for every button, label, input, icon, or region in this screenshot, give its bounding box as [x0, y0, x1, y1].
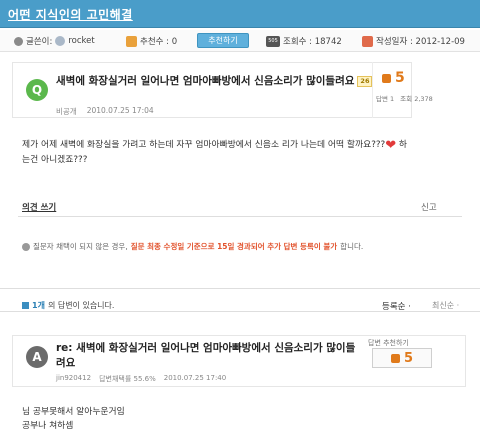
user-icon [14, 36, 23, 46]
view-count-label: 조회수 : 18742 [283, 37, 342, 47]
question-stats: 답변 1 조회 2,378 [376, 93, 433, 103]
thumbs-up-icon [382, 73, 391, 83]
question-views-count: 조회 2,378 [400, 95, 433, 103]
question-badge: Q [26, 79, 48, 101]
calendar-icon [362, 35, 373, 47]
question-body: 제가 어제 새벽에 화장실을 가려고 하는데 자꾸 엄마아빠방에서 신음소 리가… [22, 138, 462, 168]
question-sub-info: 비공개 2010.07.25 17:04 [56, 106, 154, 117]
post-date-label: 작성일자 : 2012-12-09 [376, 37, 465, 47]
post-meta-bar: 글쓴이: rocket 추천수 : 0 추천하기 505 조회수 : 18742… [0, 30, 480, 52]
answer-body-line1: 님 공부못해서 알아누운거임 [22, 407, 125, 417]
question-title-text: 새벽에 화장실거러 일어나면 엄마아빠방에서 신음소리가 많이들려요 [56, 75, 355, 87]
thumbs-up-icon [390, 353, 400, 363]
question-vote-count[interactable]: 5 [382, 70, 405, 86]
notice-highlight: 질문 최종 수정일 기준으로 15일 경과되어 추가 답변 등록이 불가 [130, 242, 338, 251]
page-header: 어떤 지식인의 고민해결 [0, 0, 480, 28]
author-name[interactable]: rocket [68, 36, 94, 46]
info-icon [22, 242, 30, 251]
recommend-button[interactable]: 추천하기 [197, 33, 249, 48]
question-body-line1: 제가 어제 새벽에 화장실을 가려고 하는데 자꾸 엄마아빠방에서 신음소 리가… [22, 140, 386, 150]
answers-count: 1개 의 답변이 있습니다. [22, 300, 114, 311]
answer-body-line2: 공부나 쳐하셈 [22, 421, 74, 431]
answer-adoption-rate: 답변채택률 55.6% [99, 375, 156, 383]
answer-vote-label: 답변 추천하기 [368, 339, 409, 347]
recommend-count: 추천수 : 0 [126, 35, 177, 47]
post-date: 작성일자 : 2012-12-09 [362, 35, 465, 47]
author-label: 글쓴이: [26, 37, 53, 47]
sort-registered[interactable]: 등록순 · [382, 300, 411, 312]
answer-author[interactable]: jin920412 [56, 374, 91, 384]
notice-text: 질문자 채택이 되지 않은 경우, 질문 최종 수정일 기준으로 15일 경과되… [22, 241, 462, 252]
answer-badge: A [26, 346, 48, 368]
sort-latest[interactable]: 최신순 · [432, 300, 459, 311]
notice-suffix: 합니다. [340, 242, 364, 251]
heart-icon: ❤ [385, 138, 397, 153]
answer-body: 님 공부못해서 알아누운거임 공부나 쳐하셈 [22, 405, 125, 433]
recommend-count-label: 추천수 : 0 [140, 37, 178, 47]
question-tag: 26 [357, 75, 373, 87]
answers-count-num: 1개 [32, 301, 45, 310]
question-body-line1-tail: 하 [396, 140, 407, 150]
author-info: 글쓴이: rocket [14, 35, 95, 47]
thumbs-up-icon [126, 35, 137, 47]
page-title[interactable]: 어떤 지식인의 고민해결 [8, 6, 133, 23]
divider [18, 216, 462, 217]
answer-date: 2010.07.25 17:40 [163, 374, 227, 382]
question-votes: 5 [395, 70, 405, 86]
notice-prefix: 질문자 채택이 되지 않은 경우, [33, 242, 128, 251]
question-title: 새벽에 화장실거러 일어나면 엄마아빠방에서 신음소리가 많이들려요 26 [56, 74, 376, 89]
report-link[interactable]: 신고 [421, 201, 437, 213]
answer-title: re: 새벽에 화장실거러 일어나면 엄마아빠방에서 신음소리가 많이들려요 [56, 342, 356, 369]
view-count: 505 조회수 : 18742 [266, 35, 342, 47]
answer-votes: 5 [403, 350, 414, 366]
bullet-icon [22, 302, 29, 309]
answers-count-text: 의 답변이 있습니다. [47, 301, 115, 310]
write-opinion-link[interactable]: 의견 쓰기 [22, 201, 56, 213]
views-icon: 505 [266, 35, 280, 47]
question-author: 비공개 [56, 107, 77, 116]
answer-recommend-button[interactable]: 5 [372, 348, 432, 368]
avatar-icon [55, 36, 66, 46]
question-body-line2: 는건 아니겠죠??? [22, 155, 88, 165]
answer-sub-info: jin920412 답변채택률 55.6% 2010.07.25 17:40 [56, 374, 226, 384]
question-date: 2010.07.25 17:04 [86, 106, 154, 115]
question-answers-count: 답변 1 [376, 95, 395, 103]
